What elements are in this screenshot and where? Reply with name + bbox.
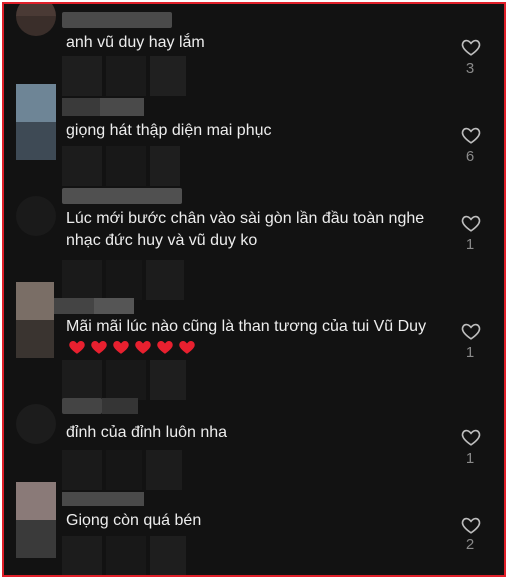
comment-meta-blurred: [62, 260, 188, 300]
emoji-row: [68, 338, 200, 358]
avatar[interactable]: [16, 482, 56, 558]
red-heart-emoji: [157, 341, 173, 354]
heart-outline-icon[interactable]: [460, 514, 482, 536]
username-blurred[interactable]: [62, 398, 102, 414]
comment-meta-blurred: [62, 536, 190, 575]
heart-outline-icon[interactable]: [460, 36, 482, 58]
like-count: 2: [465, 536, 475, 553]
username-blurred[interactable]: [62, 12, 172, 28]
comment-text: anh vũ duy hay lắm: [66, 34, 205, 51]
comment-meta-blurred: [62, 450, 186, 490]
avatar[interactable]: [16, 196, 56, 236]
red-heart-emoji: [179, 341, 195, 354]
comment-meta-blurred: [62, 56, 190, 96]
like-count: 1: [465, 450, 475, 467]
avatar[interactable]: [16, 282, 54, 358]
avatar[interactable]: [16, 4, 56, 36]
comment-meta-blurred: [62, 360, 190, 400]
heart-outline-icon[interactable]: [460, 124, 482, 146]
like-count: 1: [465, 344, 475, 361]
avatar[interactable]: [16, 84, 56, 160]
like-count: 6: [465, 148, 475, 165]
comment-section: anh vũ duy hay lắm 3 giọng hát thập diện…: [2, 2, 506, 577]
username-blurred[interactable]: [62, 492, 144, 506]
comment-meta-blurred: [62, 146, 184, 186]
heart-outline-icon[interactable]: [460, 212, 482, 234]
comment-text: Lúc mới bước chân vào sài gòn lần đầu to…: [66, 210, 425, 249]
username-blurred[interactable]: [54, 298, 94, 314]
heart-outline-icon[interactable]: [460, 426, 482, 448]
red-heart-emoji: [135, 341, 151, 354]
comment-text: giọng hát thập diện mai phục: [66, 122, 272, 139]
red-heart-emoji: [113, 341, 129, 354]
red-heart-emoji: [91, 341, 107, 354]
red-heart-emoji: [69, 341, 85, 354]
like-count: 3: [465, 60, 475, 77]
comment-text: Mãi mãi lúc nào cũng là than tương của t…: [66, 318, 427, 335]
comment-text: đỉnh của đỉnh luôn nha: [66, 424, 228, 441]
username-blurred[interactable]: [62, 188, 182, 204]
heart-outline-icon[interactable]: [460, 320, 482, 342]
avatar[interactable]: [16, 404, 56, 444]
comment-text: Giọng còn quá bén: [66, 512, 202, 529]
like-count: 1: [465, 236, 475, 253]
username-blurred[interactable]: [62, 98, 100, 116]
